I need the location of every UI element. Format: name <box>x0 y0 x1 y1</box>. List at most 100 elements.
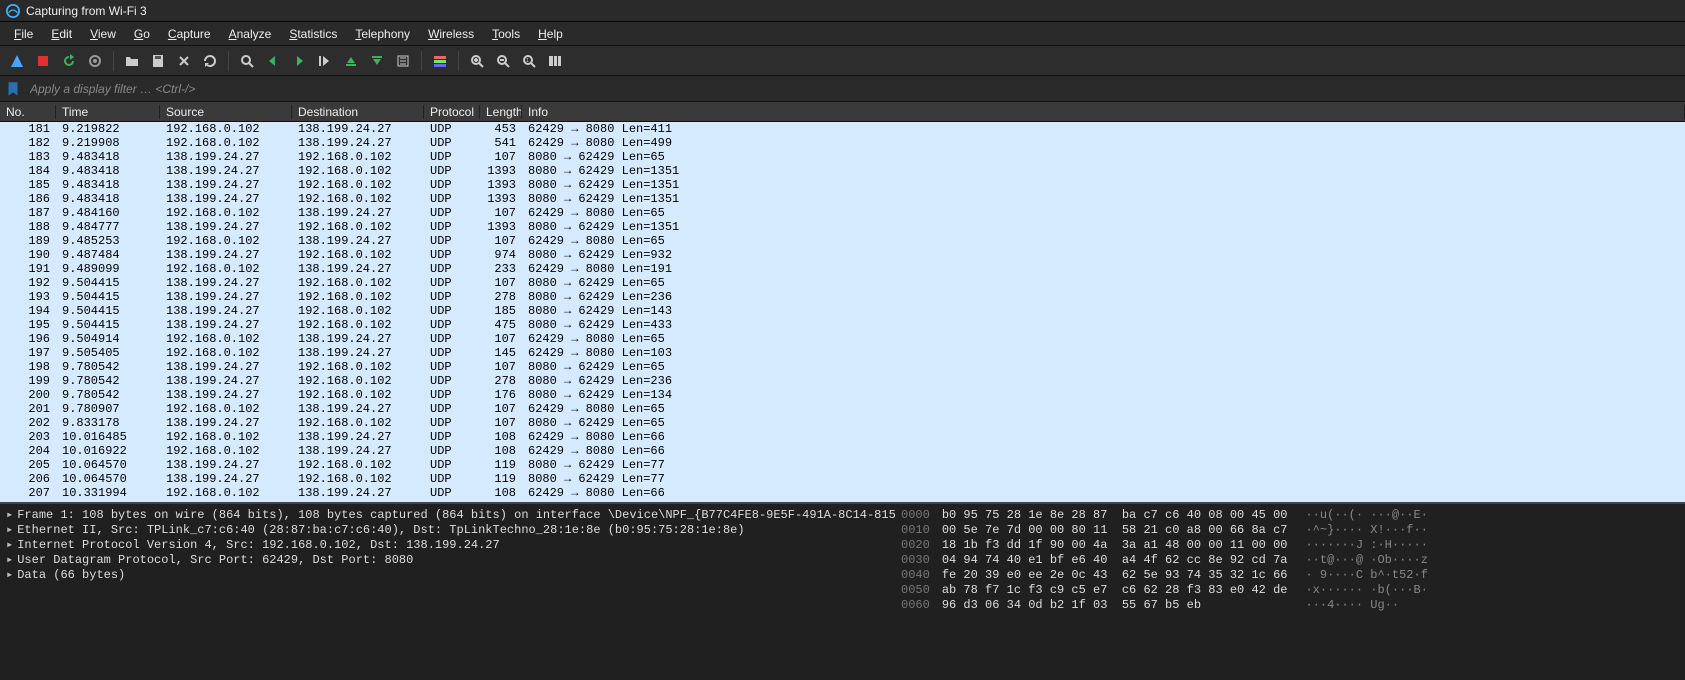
menu-telephony[interactable]: Telephony <box>347 25 418 43</box>
packet-row[interactable]: 2019.780907192.168.0.102138.199.24.27UDP… <box>0 402 1685 416</box>
filter-bar <box>0 76 1685 102</box>
stop-capture-icon[interactable] <box>32 50 54 72</box>
packet-tree-pane[interactable]: ▸Frame 1: 108 bytes on wire (864 bits), … <box>0 504 895 680</box>
hex-ascii-row: ··t@···@ ·Ob····z <box>1305 553 1427 568</box>
tree-item[interactable]: ▸User Datagram Protocol, Src Port: 62429… <box>6 553 889 568</box>
hex-bytes-row[interactable]: fe 20 39 e0 ee 2e 0c 43 62 5e 93 74 35 3… <box>942 568 1288 583</box>
menu-tools[interactable]: Tools <box>484 25 528 43</box>
packet-row[interactable]: 1849.483418138.199.24.27192.168.0.102UDP… <box>0 164 1685 178</box>
packet-row[interactable]: 1829.219908192.168.0.102138.199.24.27UDP… <box>0 136 1685 150</box>
capture-options-icon[interactable] <box>84 50 106 72</box>
hex-offset: 0060 <box>901 598 930 613</box>
col-header-len[interactable]: Length <box>480 105 522 119</box>
find-packet-icon[interactable] <box>236 50 258 72</box>
packet-row[interactable]: 2029.833178138.199.24.27192.168.0.102UDP… <box>0 416 1685 430</box>
menu-edit[interactable]: Edit <box>43 25 80 43</box>
close-file-icon[interactable] <box>173 50 195 72</box>
hex-bytes-row[interactable]: 00 5e 7e 7d 00 00 80 11 58 21 c0 a8 00 6… <box>942 523 1288 538</box>
hex-ascii-row: ··u(··(· ···@··E· <box>1305 508 1427 523</box>
tree-item[interactable]: ▸Ethernet II, Src: TPLink_c7:c6:40 (28:8… <box>6 523 889 538</box>
hex-bytes-row[interactable]: ab 78 f7 1c f3 c9 c5 e7 c6 62 28 f3 83 e… <box>942 583 1288 598</box>
packet-row[interactable]: 1839.483418138.199.24.27192.168.0.102UDP… <box>0 150 1685 164</box>
details-panes: ▸Frame 1: 108 bytes on wire (864 bits), … <box>0 502 1685 680</box>
packet-row[interactable]: 1879.484160192.168.0.102138.199.24.27UDP… <box>0 206 1685 220</box>
hex-bytes-row[interactable]: b0 95 75 28 1e 8e 28 87 ba c7 c6 40 08 0… <box>942 508 1288 523</box>
packet-row[interactable]: 1859.483418138.199.24.27192.168.0.102UDP… <box>0 178 1685 192</box>
start-capture-icon[interactable] <box>6 50 28 72</box>
go-forward-icon[interactable] <box>288 50 310 72</box>
tree-item[interactable]: ▸Data (66 bytes) <box>6 568 889 583</box>
hex-ascii-row: ·x······ ·b(···B· <box>1305 583 1427 598</box>
display-filter-input[interactable] <box>26 80 1681 98</box>
packet-row[interactable]: 20610.064570138.199.24.27192.168.0.102UD… <box>0 472 1685 486</box>
col-header-src[interactable]: Source <box>160 105 292 119</box>
hex-dump-pane[interactable]: 0000001000200030004000500060 b0 95 75 28… <box>895 504 1685 680</box>
tree-item[interactable]: ▸Internet Protocol Version 4, Src: 192.1… <box>6 538 889 553</box>
menu-bar: FileEditViewGoCaptureAnalyzeStatisticsTe… <box>0 22 1685 46</box>
bookmark-icon[interactable] <box>4 80 22 98</box>
packet-row[interactable]: 1969.504914192.168.0.102138.199.24.27UDP… <box>0 332 1685 346</box>
packet-row[interactable]: 1949.504415138.199.24.27192.168.0.102UDP… <box>0 304 1685 318</box>
packet-row[interactable]: 1989.780542138.199.24.27192.168.0.102UDP… <box>0 360 1685 374</box>
go-back-icon[interactable] <box>262 50 284 72</box>
menu-analyze[interactable]: Analyze <box>221 25 280 43</box>
menu-help[interactable]: Help <box>530 25 571 43</box>
packet-row[interactable]: 1819.219822192.168.0.102138.199.24.27UDP… <box>0 122 1685 136</box>
packet-row[interactable]: 20310.016485192.168.0.102138.199.24.27UD… <box>0 430 1685 444</box>
menu-statistics[interactable]: Statistics <box>281 25 345 43</box>
hex-ascii-row: ·······J :·H····· <box>1305 538 1427 553</box>
colorize-icon[interactable] <box>429 50 451 72</box>
separator <box>458 51 459 71</box>
col-header-dst[interactable]: Destination <box>292 105 424 119</box>
svg-text:1: 1 <box>526 58 529 64</box>
go-to-packet-icon[interactable] <box>314 50 336 72</box>
zoom-reset-icon[interactable]: 1 <box>518 50 540 72</box>
reload-file-icon[interactable] <box>199 50 221 72</box>
go-first-icon[interactable] <box>340 50 362 72</box>
menu-view[interactable]: View <box>82 25 124 43</box>
zoom-in-icon[interactable] <box>466 50 488 72</box>
packet-row[interactable]: 20810.381147138.199.24.27192.168.0.102UD… <box>0 500 1685 502</box>
col-header-time[interactable]: Time <box>56 105 160 119</box>
tree-item[interactable]: ▸Frame 1: 108 bytes on wire (864 bits), … <box>6 508 889 523</box>
packet-row[interactable]: 1909.487484138.199.24.27192.168.0.102UDP… <box>0 248 1685 262</box>
hex-bytes-row[interactable]: 04 94 74 40 e1 bf e6 40 a4 4f 62 cc 8e 9… <box>942 553 1288 568</box>
hex-ascii-row: ·^~}···· X!···f·· <box>1305 523 1427 538</box>
packet-row[interactable]: 20510.064570138.199.24.27192.168.0.102UD… <box>0 458 1685 472</box>
col-header-proto[interactable]: Protocol <box>424 105 480 119</box>
packet-row[interactable]: 1869.483418138.199.24.27192.168.0.102UDP… <box>0 192 1685 206</box>
packet-row[interactable]: 1999.780542138.199.24.27192.168.0.102UDP… <box>0 374 1685 388</box>
col-header-no[interactable]: No. <box>0 105 56 119</box>
open-file-icon[interactable] <box>121 50 143 72</box>
zoom-out-icon[interactable] <box>492 50 514 72</box>
menu-wireless[interactable]: Wireless <box>420 25 482 43</box>
hex-bytes-row[interactable]: 18 1b f3 dd 1f 90 00 4a 3a a1 48 00 00 1… <box>942 538 1288 553</box>
packet-row[interactable]: 1899.485253192.168.0.102138.199.24.27UDP… <box>0 234 1685 248</box>
menu-capture[interactable]: Capture <box>160 25 219 43</box>
packet-row[interactable]: 20710.331994192.168.0.102138.199.24.27UD… <box>0 486 1685 500</box>
hex-offset: 0020 <box>901 538 930 553</box>
go-last-icon[interactable] <box>366 50 388 72</box>
packet-list-header[interactable]: No. Time Source Destination Protocol Len… <box>0 102 1685 122</box>
menu-file[interactable]: File <box>6 25 41 43</box>
packet-list[interactable]: 1819.219822192.168.0.102138.199.24.27UDP… <box>0 122 1685 502</box>
packet-row[interactable]: 1919.489099192.168.0.102138.199.24.27UDP… <box>0 262 1685 276</box>
save-file-icon[interactable] <box>147 50 169 72</box>
hex-bytes-row[interactable]: 96 d3 06 34 0d b2 1f 03 55 67 b5 eb <box>942 598 1288 613</box>
menu-go[interactable]: Go <box>126 25 158 43</box>
packet-row[interactable]: 1939.504415138.199.24.27192.168.0.102UDP… <box>0 290 1685 304</box>
restart-capture-icon[interactable] <box>58 50 80 72</box>
title-bar: Capturing from Wi-Fi 3 <box>0 0 1685 22</box>
packet-row[interactable]: 1889.484777138.199.24.27192.168.0.102UDP… <box>0 220 1685 234</box>
resize-columns-icon[interactable] <box>544 50 566 72</box>
packet-row[interactable]: 1929.504415138.199.24.27192.168.0.102UDP… <box>0 276 1685 290</box>
packet-row[interactable]: 1959.504415138.199.24.27192.168.0.102UDP… <box>0 318 1685 332</box>
packet-row[interactable]: 1979.505405192.168.0.102138.199.24.27UDP… <box>0 346 1685 360</box>
hex-offset: 0030 <box>901 553 930 568</box>
separator <box>113 51 114 71</box>
packet-row[interactable]: 2009.780542138.199.24.27192.168.0.102UDP… <box>0 388 1685 402</box>
col-header-info[interactable]: Info <box>522 105 1685 119</box>
packet-row[interactable]: 20410.016922192.168.0.102138.199.24.27UD… <box>0 444 1685 458</box>
auto-scroll-icon[interactable] <box>392 50 414 72</box>
app-logo-icon <box>6 4 20 18</box>
